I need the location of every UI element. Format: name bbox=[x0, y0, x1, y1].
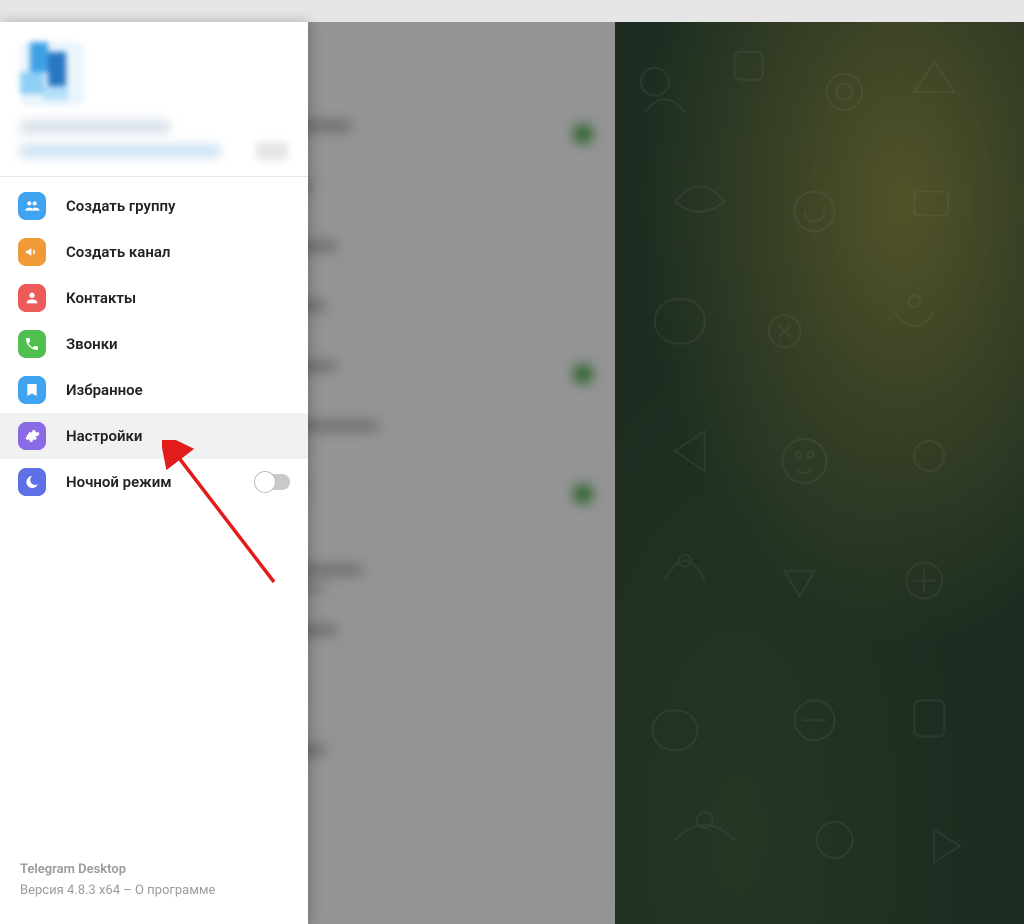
group-icon bbox=[18, 192, 46, 220]
menu-label: Ночной режим bbox=[66, 473, 172, 491]
contact-icon bbox=[18, 284, 46, 312]
moon-icon bbox=[18, 468, 46, 496]
menu-item-settings[interactable]: Настройки bbox=[0, 413, 308, 459]
menu-label: Создать группу bbox=[66, 197, 176, 215]
app-name: Telegram Desktop bbox=[20, 860, 288, 881]
profile-phone-redacted bbox=[20, 144, 220, 158]
menu-item-contacts[interactable]: Контакты bbox=[0, 275, 308, 321]
about-link[interactable]: О программе bbox=[135, 883, 215, 898]
menu-item-calls[interactable]: Звонки bbox=[0, 321, 308, 367]
menu-label: Создать канал bbox=[66, 243, 170, 261]
profile-name-redacted bbox=[20, 120, 170, 134]
menu-label: Контакты bbox=[66, 289, 136, 307]
menu-item-night-mode[interactable]: Ночной режим bbox=[0, 459, 308, 505]
menu-label: Настройки bbox=[66, 427, 142, 445]
night-mode-toggle[interactable] bbox=[256, 474, 290, 490]
avatar bbox=[20, 42, 84, 106]
chevron-down-icon[interactable] bbox=[256, 142, 288, 160]
menu-item-saved[interactable]: Избранное bbox=[0, 367, 308, 413]
menu-label: Звонки bbox=[66, 335, 118, 353]
phone-icon bbox=[18, 330, 46, 358]
menu-label: Избранное bbox=[66, 381, 143, 399]
menu-item-new-group[interactable]: Создать группу bbox=[0, 183, 308, 229]
window-titlebar bbox=[0, 0, 1024, 22]
gear-icon bbox=[18, 422, 46, 450]
drawer-footer: Telegram Desktop Версия 4.8.3 x64 – О пр… bbox=[0, 860, 308, 924]
megaphone-icon bbox=[18, 238, 46, 266]
version-text: Версия 4.8.3 x64 – bbox=[20, 883, 135, 898]
bookmark-icon bbox=[18, 376, 46, 404]
main-menu-drawer: Создать группу Создать канал Контакты Зв… bbox=[0, 22, 308, 924]
menu-item-new-channel[interactable]: Создать канал bbox=[0, 229, 308, 275]
profile-header[interactable] bbox=[0, 22, 308, 176]
